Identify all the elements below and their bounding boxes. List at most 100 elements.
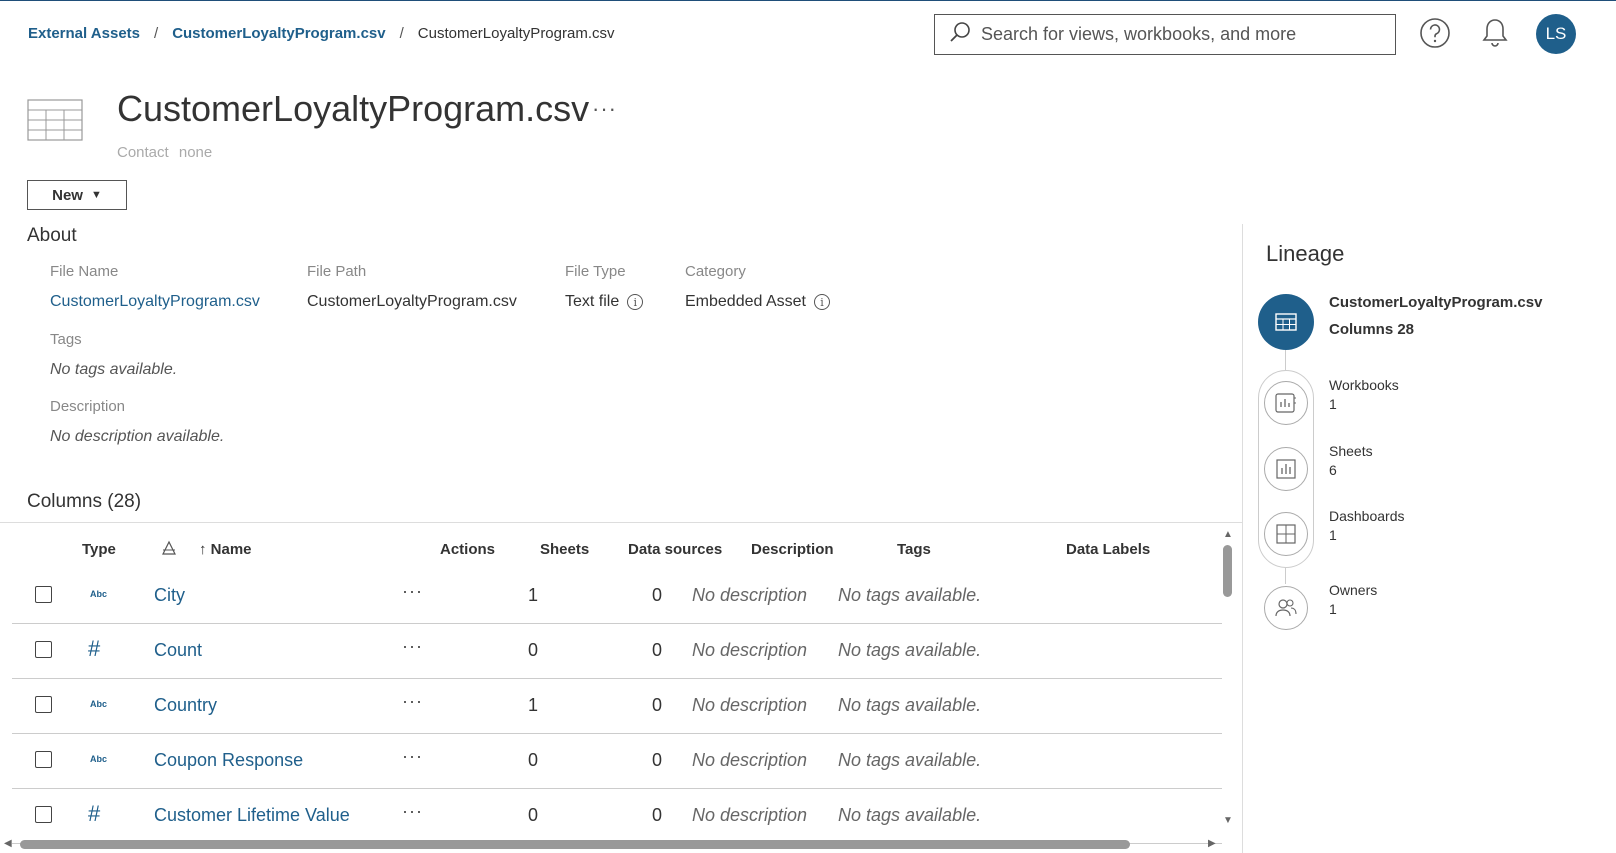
data-sources-count: 0: [651, 640, 662, 660]
scroll-right-arrow-icon[interactable]: ▶: [1208, 838, 1216, 849]
row-checkbox[interactable]: [35, 696, 52, 713]
row-checkbox[interactable]: [35, 806, 52, 823]
user-avatar[interactable]: LS: [1536, 14, 1576, 54]
data-sources-count: 0: [651, 805, 662, 825]
file-path-label: File Path: [307, 263, 367, 280]
workbook-icon[interactable]: [1264, 381, 1308, 425]
string-type-icon: Abc: [90, 589, 108, 599]
file-name-label: File Name: [50, 263, 119, 280]
row-description: No description: [692, 585, 808, 605]
column-name-link[interactable]: Customer Lifetime Value: [154, 805, 350, 826]
header-data-labels[interactable]: Data Labels: [1066, 541, 1150, 558]
caret-down-icon: ▼: [90, 189, 102, 201]
page-title: CustomerLoyaltyProgram.csv: [117, 88, 590, 129]
column-name-link[interactable]: Count: [154, 640, 202, 661]
row-actions-button[interactable]: ···: [402, 636, 423, 657]
lineage-dashboards-count: 1: [1329, 527, 1337, 543]
header-data-sources[interactable]: Data sources: [628, 541, 722, 558]
sheets-count: 0: [527, 640, 538, 660]
row-checkbox[interactable]: [35, 586, 52, 603]
vertical-scroll-thumb[interactable]: [1223, 545, 1232, 597]
file-type-value: Text file: [565, 293, 620, 310]
lineage-dashboards-label[interactable]: Dashboards: [1329, 508, 1405, 524]
category-value: Embedded Asset: [685, 293, 806, 310]
row-tags: No tags available.: [838, 695, 982, 715]
lineage-owners-label[interactable]: Owners: [1329, 582, 1377, 598]
header-actions: Actions: [440, 541, 496, 558]
contact-label: Contact: [117, 144, 169, 161]
breadcrumb-current: CustomerLoyaltyProgram.csv: [417, 25, 615, 42]
info-icon[interactable]: i: [813, 294, 830, 310]
table-row[interactable]: # Count ··· 0 0 No description No tags a…: [12, 624, 1222, 679]
string-type-icon: Abc: [90, 699, 108, 709]
lineage-connector: [1285, 350, 1286, 370]
number-type-icon: #: [88, 801, 101, 826]
row-description: No description: [692, 695, 808, 715]
row-actions-button[interactable]: ···: [402, 801, 423, 822]
scroll-down-arrow-icon[interactable]: ▼: [1223, 815, 1233, 826]
table-row[interactable]: Abc City ··· 1 0 No description No tags …: [12, 569, 1222, 624]
data-sources-count: 0: [651, 695, 662, 715]
file-path-value: CustomerLoyaltyProgram.csv: [307, 293, 517, 310]
columns-table: Type ↑ Name Actions Sheets Data sources …: [0, 522, 1243, 853]
lineage-sheets-label[interactable]: Sheets: [1329, 443, 1373, 459]
file-name-link[interactable]: CustomerLoyaltyProgram.csv: [50, 293, 260, 311]
columns-title: Columns (28): [27, 491, 142, 512]
search-box[interactable]: [934, 14, 1396, 55]
horizontal-scrollbar[interactable]: ◀ ▶: [0, 837, 1225, 851]
sheets-count: 0: [527, 805, 538, 825]
data-role-icon[interactable]: [161, 540, 177, 560]
help-icon[interactable]: [1418, 16, 1452, 50]
more-actions-button[interactable]: ···: [592, 96, 617, 122]
sheets-count: 1: [527, 585, 538, 605]
data-sources-count: 0: [651, 585, 662, 605]
string-type-icon: Abc: [90, 754, 108, 764]
header-description[interactable]: Description: [751, 541, 834, 558]
lineage-workbooks-count: 1: [1329, 396, 1337, 412]
owners-icon[interactable]: [1264, 586, 1308, 630]
info-icon[interactable]: i: [627, 294, 644, 310]
lineage-sheets-count: 6: [1329, 462, 1337, 478]
row-actions-button[interactable]: ···: [402, 581, 423, 602]
new-button[interactable]: New ▼: [27, 180, 127, 210]
notifications-bell-icon[interactable]: [1478, 16, 1512, 50]
breadcrumb-csv-link[interactable]: CustomerLoyaltyProgram.csv: [172, 25, 385, 42]
header-sheets[interactable]: Sheets: [540, 541, 589, 558]
number-type-icon: #: [88, 636, 101, 661]
table-row[interactable]: Abc Coupon Response ··· 0 0 No descripti…: [12, 734, 1222, 789]
row-tags: No tags available.: [838, 805, 982, 825]
lineage-panel: Lineage CustomerLoyaltyProgram.csv Colum…: [1242, 224, 1616, 853]
breadcrumb-external-assets[interactable]: External Assets: [28, 25, 140, 42]
column-name-link[interactable]: Coupon Response: [154, 750, 303, 771]
horizontal-scroll-thumb[interactable]: [20, 840, 1130, 849]
lineage-main-columns: Columns 28: [1329, 321, 1415, 338]
dashboard-icon[interactable]: [1264, 512, 1308, 556]
scroll-up-arrow-icon[interactable]: ▲: [1223, 529, 1233, 540]
header-type[interactable]: Type: [82, 541, 116, 558]
category-field: Embedded Asset i: [685, 293, 830, 311]
table-row[interactable]: Abc Country ··· 1 0 No description No ta…: [12, 679, 1222, 734]
header-name-sorted[interactable]: ↑ Name: [199, 541, 252, 558]
lineage-owners-count: 1: [1329, 601, 1337, 617]
table-icon: [1258, 294, 1314, 350]
vertical-scrollbar[interactable]: ▲ ▼: [1221, 525, 1235, 826]
breadcrumb: External Assets / CustomerLoyaltyProgram…: [28, 25, 615, 42]
search-input[interactable]: [981, 24, 1381, 45]
lineage-workbooks-label[interactable]: Workbooks: [1329, 377, 1399, 393]
row-checkbox[interactable]: [35, 641, 52, 658]
table-row[interactable]: # Customer Lifetime Value ··· 0 0 No des…: [12, 789, 1222, 844]
row-actions-button[interactable]: ···: [402, 691, 423, 712]
column-name-link[interactable]: Country: [154, 695, 217, 716]
scroll-left-arrow-icon[interactable]: ◀: [4, 838, 12, 849]
row-description: No description: [692, 750, 808, 770]
row-actions-button[interactable]: ···: [402, 746, 423, 767]
sheet-icon[interactable]: [1264, 447, 1308, 491]
column-name-link[interactable]: City: [154, 585, 185, 606]
contact-value: none: [178, 144, 213, 161]
row-description: No description: [692, 805, 808, 825]
breadcrumb-separator: /: [399, 25, 404, 42]
row-tags: No tags available.: [838, 585, 982, 605]
header-tags[interactable]: Tags: [897, 541, 931, 558]
row-checkbox[interactable]: [35, 751, 52, 768]
contact-info: Contact none: [117, 144, 212, 161]
